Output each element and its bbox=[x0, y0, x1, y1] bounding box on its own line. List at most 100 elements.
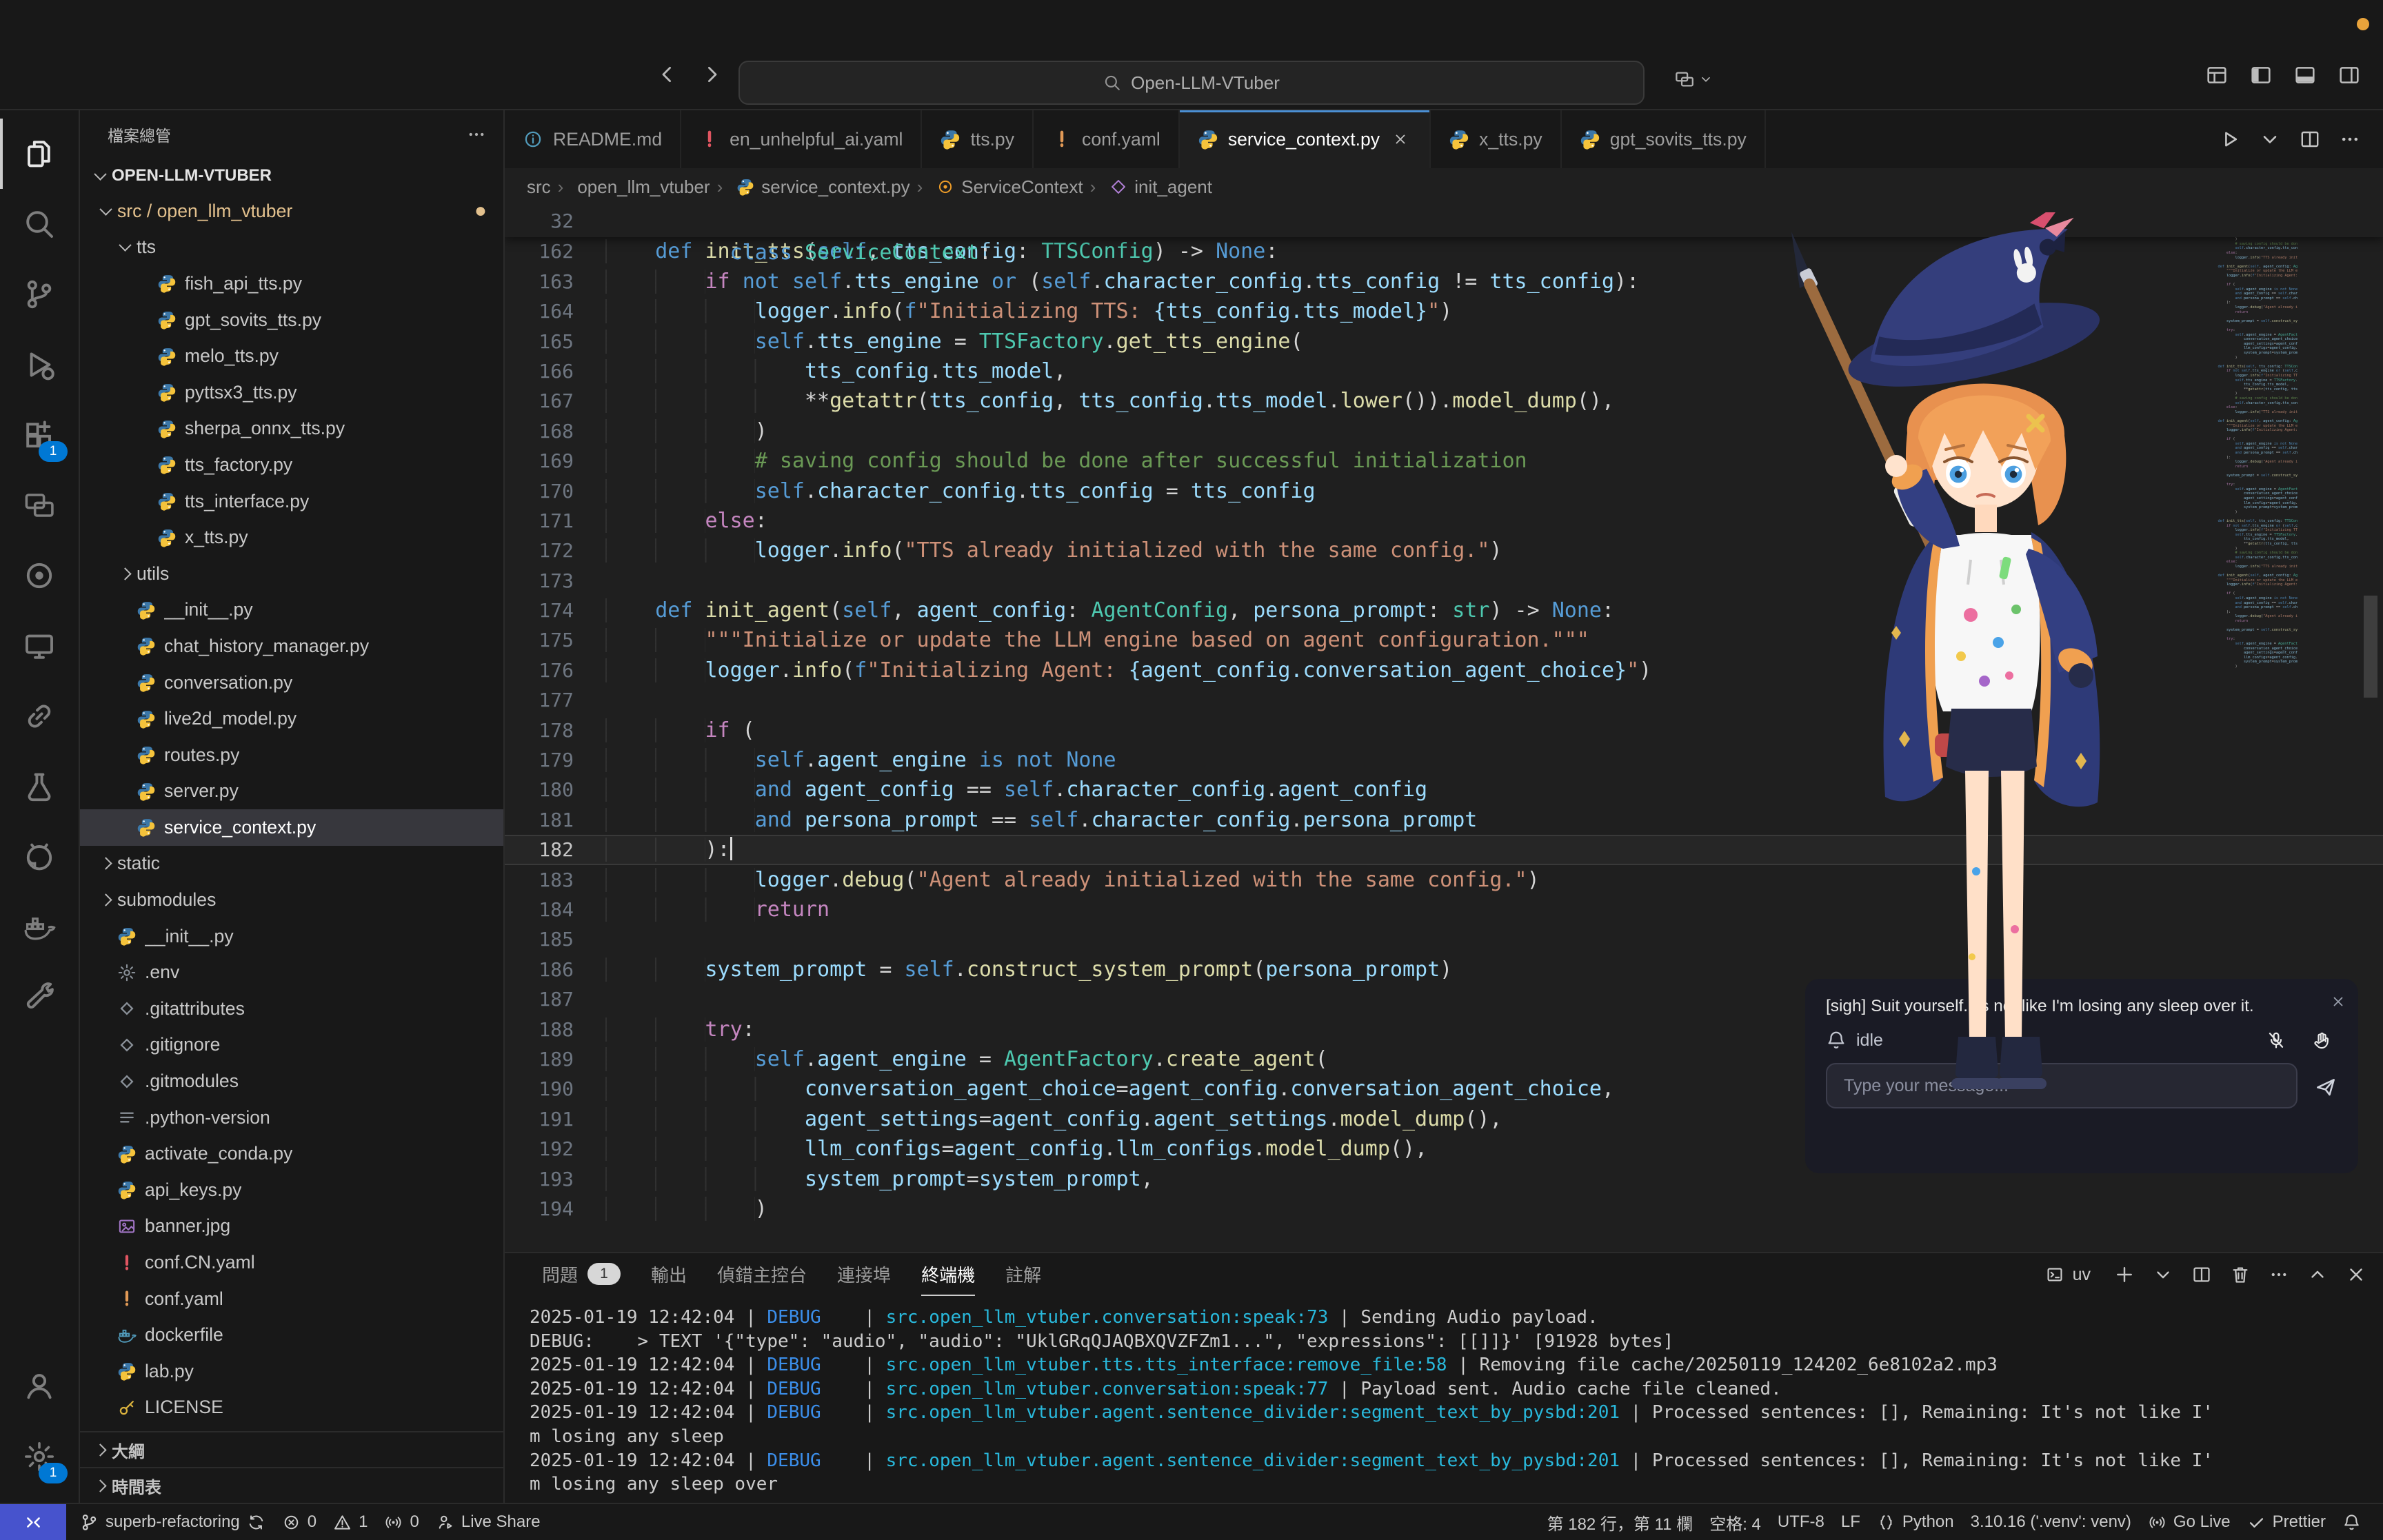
code-line[interactable]: 166 tts_config.tts_model, bbox=[2204, 383, 2297, 387]
code-line[interactable]: 188 try: bbox=[2204, 637, 2297, 642]
code-line[interactable]: 178 if ( bbox=[2204, 591, 2297, 596]
run-dropdown-icon[interactable] bbox=[2259, 128, 2281, 150]
panel-tab-comments[interactable]: 註解 bbox=[1005, 1253, 1041, 1296]
live-share-status[interactable]: Live Share bbox=[428, 1504, 549, 1540]
code-line[interactable]: 182 ): bbox=[505, 835, 2383, 864]
tree-item[interactable]: LICENSE bbox=[80, 1390, 503, 1426]
code-line[interactable]: 190 conversation_agent_choice=agent_conf… bbox=[2204, 337, 2297, 342]
code-line[interactable]: 185 bbox=[2204, 624, 2297, 629]
testing[interactable] bbox=[0, 751, 79, 822]
code-line[interactable]: 169 # saving config should be done after… bbox=[505, 446, 2383, 476]
code-line[interactable]: 173 bbox=[2204, 414, 2297, 419]
code-line[interactable]: 181 and persona_prompt == self.character… bbox=[2204, 451, 2297, 456]
code-line[interactable]: 188 try: bbox=[2204, 328, 2297, 333]
code-line[interactable]: 178 if ( bbox=[505, 716, 2383, 745]
code-line[interactable]: 192 llm_configs=agent_config.llm_configs… bbox=[2204, 501, 2297, 506]
code-line[interactable]: 175 """Initialize or update the LLM engi… bbox=[505, 625, 2383, 655]
code-line[interactable]: 173 bbox=[2204, 569, 2297, 574]
breadcrumb-class[interactable]: ServiceContext bbox=[916, 176, 1083, 198]
code-line[interactable]: 174 def init_agent(self, agent_config: A… bbox=[505, 596, 2383, 625]
code-line[interactable]: 164 logger.info(f"Initializing TTS: {tts… bbox=[505, 296, 2383, 326]
tree-item[interactable]: server.py bbox=[80, 773, 503, 810]
editor-more-actions[interactable] bbox=[2339, 128, 2361, 150]
code-line[interactable]: 181 and persona_prompt == self.character… bbox=[505, 805, 2383, 835]
code-line[interactable]: 177 bbox=[2204, 433, 2297, 438]
code-line[interactable]: 176 logger.info(f"Initializing Agent: {a… bbox=[505, 656, 2383, 685]
customize-layout-icon[interactable] bbox=[2205, 63, 2229, 87]
tree-item[interactable]: pyttsx3_tts.py bbox=[80, 374, 503, 411]
code-line[interactable]: 175 """Initialize or update the LLM engi… bbox=[2204, 269, 2297, 274]
panel-more-actions[interactable] bbox=[2269, 1264, 2289, 1285]
tab-gpt-sovits-tts[interactable]: gpt_sovits_tts.py bbox=[1561, 110, 1766, 168]
code-line[interactable]: 177 bbox=[505, 685, 2383, 715]
tree-item[interactable]: dockerfile bbox=[80, 1317, 503, 1353]
source-control[interactable] bbox=[0, 259, 79, 330]
tree-item[interactable]: tts_interface.py bbox=[80, 483, 503, 520]
live2d-extension[interactable] bbox=[0, 540, 79, 611]
tree-item[interactable]: sherpa_onnx_tts.py bbox=[80, 411, 503, 447]
code-line[interactable]: 187 bbox=[2204, 633, 2297, 638]
language-mode[interactable]: Python bbox=[1869, 1504, 1962, 1540]
tab-readme[interactable]: README.md bbox=[505, 110, 682, 168]
code-line[interactable]: 172 logger.info("TTS already initialized… bbox=[2204, 410, 2297, 415]
code-line[interactable]: 161 bbox=[2204, 360, 2297, 365]
tree-item[interactable]: x_tts.py bbox=[80, 519, 503, 556]
tree-item[interactable]: utils bbox=[80, 556, 503, 592]
code-line[interactable]: 192 llm_configs=agent_config.llm_configs… bbox=[2204, 656, 2297, 660]
code-line[interactable]: 183 logger.debug("Agent already initiali… bbox=[2204, 305, 2297, 310]
tree-item[interactable]: .gitignore bbox=[80, 1027, 503, 1064]
code-line[interactable]: 191 agent_settings=agent_config.agent_se… bbox=[2204, 342, 2297, 347]
code-line[interactable]: 189 self.agent_engine = AgentFactory.cre… bbox=[2204, 333, 2297, 338]
panel-tab-output[interactable]: 輸出 bbox=[651, 1253, 687, 1296]
terminal[interactable]: 2025-01-19 12:42:04 | DEBUG | src.open_l… bbox=[505, 1296, 2383, 1503]
code-line[interactable]: 185 bbox=[2204, 314, 2297, 319]
breadcrumb-method[interactable]: init_agent bbox=[1089, 176, 1212, 198]
code-line[interactable]: 186 system_prompt = self.construct_syste… bbox=[2204, 628, 2297, 633]
code-line[interactable]: 183 logger.debug("Agent already initiali… bbox=[2204, 614, 2297, 619]
tab-tts[interactable]: tts.py bbox=[922, 110, 1034, 168]
code-line[interactable]: 180 and agent_config == self.character_c… bbox=[2204, 446, 2297, 451]
live-share[interactable] bbox=[0, 681, 79, 751]
code-line[interactable]: 176 logger.info(f"Initializing Agent: {a… bbox=[2204, 274, 2297, 278]
code-line[interactable]: 164 logger.info(f"Initializing TTS: {tts… bbox=[2204, 528, 2297, 533]
forward-arrow-icon[interactable] bbox=[701, 63, 723, 85]
code-line[interactable]: 167 **getattr(tts_config, tts_config.tts… bbox=[2204, 542, 2297, 547]
code-line[interactable]: 165 self.tts_engine = TTSFactory.get_tts… bbox=[2204, 378, 2297, 383]
editor-scrollbar-thumb[interactable] bbox=[2364, 596, 2377, 698]
tree-item[interactable]: __init__.py bbox=[80, 592, 503, 629]
tree-item[interactable]: tts_factory.py bbox=[80, 447, 503, 483]
code-line[interactable]: 166 tts_config.tts_model, bbox=[505, 356, 2383, 386]
github[interactable] bbox=[0, 822, 79, 892]
code-line[interactable]: 170 self.character_config.tts_config = t… bbox=[2204, 556, 2297, 560]
forwarded-ports[interactable]: 0 bbox=[376, 1504, 427, 1540]
code-line[interactable]: 179 self.agent_engine is not None bbox=[2204, 287, 2297, 292]
code-line[interactable]: 168 ) bbox=[2204, 392, 2297, 396]
tree-item[interactable]: submodules bbox=[80, 882, 503, 918]
tree-item[interactable]: .gitattributes bbox=[80, 991, 503, 1027]
code-line[interactable]: 165 self.tts_engine = TTSFactory.get_tts… bbox=[505, 327, 2383, 356]
code-line[interactable]: 182 ): bbox=[2204, 456, 2297, 460]
docker[interactable] bbox=[0, 892, 79, 962]
code-line[interactable]: 170 self.character_config.tts_config = t… bbox=[505, 476, 2383, 506]
chat-message-input[interactable] bbox=[1826, 1063, 2297, 1108]
code-line[interactable]: 161 bbox=[2204, 514, 2297, 519]
tree-item[interactable]: conf.CN.yaml bbox=[80, 1244, 503, 1281]
code-line[interactable]: 189 self.agent_engine = AgentFactory.cre… bbox=[2204, 642, 2297, 647]
code-line[interactable]: 171 else: bbox=[505, 506, 2383, 536]
code-line[interactable]: 180 and agent_config == self.character_c… bbox=[2204, 292, 2297, 296]
tree-item[interactable]: .gitmodules bbox=[80, 1063, 503, 1100]
code-line[interactable]: 184 return bbox=[2204, 619, 2297, 624]
tree-item[interactable]: .env bbox=[80, 954, 503, 991]
code-line[interactable]: 179 self.agent_engine is not None bbox=[2204, 596, 2297, 601]
code-line[interactable]: 170 self.character_config.tts_config = t… bbox=[2204, 246, 2297, 251]
code-line[interactable]: 165 self.tts_engine = TTSFactory.get_tts… bbox=[2204, 533, 2297, 538]
code-line[interactable]: 183 logger.debug("Agent already initiali… bbox=[2204, 460, 2297, 465]
code-line[interactable]: 162 def init_tts(self, tts_config: TTSCo… bbox=[2204, 365, 2298, 369]
python-interpreter[interactable]: 3.10.16 ('.venv': venv) bbox=[1962, 1504, 2140, 1540]
breadcrumb-open-llm-vtuber[interactable]: open_llm_vtuber bbox=[556, 176, 710, 198]
manage[interactable]: 1 bbox=[0, 1421, 79, 1492]
code-line[interactable]: 176 logger.info(f"Initializing Agent: {a… bbox=[2204, 582, 2297, 587]
tree-item[interactable]: melo_tts.py bbox=[80, 338, 503, 374]
code-line[interactable]: 187 bbox=[2204, 478, 2297, 483]
remote-indicator[interactable] bbox=[0, 1504, 66, 1540]
